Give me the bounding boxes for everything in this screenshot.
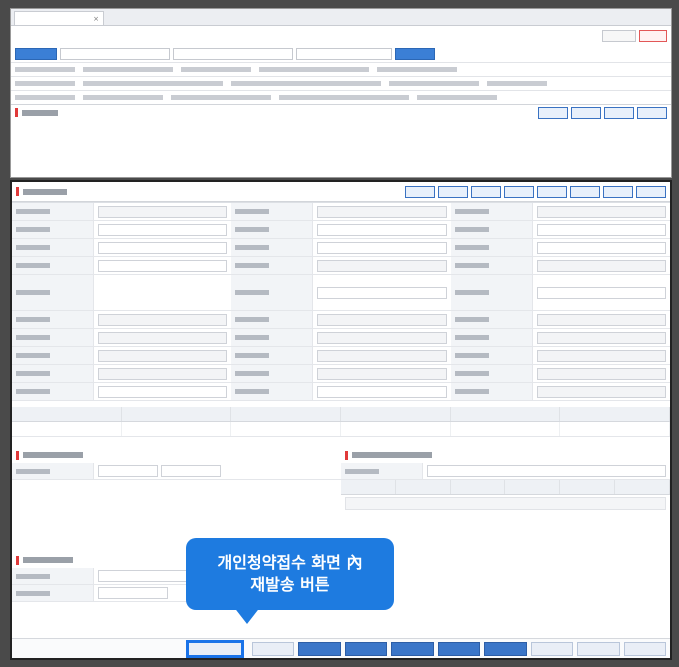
page-title-row	[11, 26, 671, 45]
action-button[interactable]	[251, 641, 295, 656]
info-row	[11, 76, 671, 90]
sub-table-header	[12, 407, 671, 422]
form-field[interactable]	[98, 385, 228, 398]
close-icon[interactable]: ×	[93, 15, 99, 23]
form-field[interactable]	[427, 465, 666, 477]
form-field[interactable]	[98, 241, 228, 254]
form-field[interactable]	[317, 331, 447, 344]
action-button[interactable]	[344, 641, 388, 656]
form-field[interactable]	[536, 205, 666, 218]
toolbar-button[interactable]	[537, 185, 567, 198]
section-marker-icon	[16, 555, 19, 565]
form-field[interactable]	[98, 331, 228, 344]
tab-bar: ×	[11, 9, 671, 26]
form-field[interactable]	[98, 587, 168, 599]
form-field[interactable]	[98, 367, 228, 380]
form-field[interactable]	[536, 259, 666, 272]
section-header	[12, 447, 341, 463]
search-input[interactable]	[60, 47, 170, 60]
form-field[interactable]	[98, 349, 228, 362]
form-field[interactable]	[536, 313, 666, 326]
form-grid	[12, 202, 670, 401]
toolbar-button[interactable]	[504, 185, 534, 198]
section-marker-icon	[16, 450, 19, 460]
form-field[interactable]	[98, 223, 228, 236]
search-row	[11, 45, 671, 62]
section-marker-icon	[16, 187, 19, 196]
info-row	[11, 90, 671, 104]
info-row	[11, 62, 671, 76]
form-field[interactable]	[317, 385, 447, 398]
form-field[interactable]	[317, 349, 447, 362]
action-button[interactable]	[437, 641, 481, 656]
section-button[interactable]	[604, 106, 634, 119]
action-button[interactable]	[484, 641, 527, 656]
search-button[interactable]	[395, 47, 435, 60]
form-field[interactable]	[317, 241, 447, 254]
toolbar-button[interactable]	[471, 185, 501, 198]
section-header	[341, 447, 670, 463]
left-section	[12, 447, 341, 512]
form-field[interactable]	[536, 286, 666, 299]
toolbar-button[interactable]	[570, 185, 600, 198]
form-field[interactable]	[536, 367, 666, 380]
toolbar-button[interactable]	[438, 185, 468, 198]
tab-active[interactable]: ×	[14, 11, 104, 25]
search-input-2[interactable]	[173, 47, 293, 60]
section-title	[11, 104, 671, 120]
form-field[interactable]	[98, 259, 228, 272]
action-button[interactable]	[298, 641, 341, 656]
section-button[interactable]	[538, 106, 568, 119]
callout-line-2: 재발송 버튼	[250, 575, 330, 594]
callout-annotation: 개인청약접수 화면 內 재발송 버튼	[186, 538, 394, 610]
toolbar-button[interactable]	[405, 185, 435, 198]
table-row[interactable]	[12, 422, 671, 437]
bottom-action-bar	[12, 638, 670, 658]
section-button[interactable]	[637, 106, 667, 119]
form-field[interactable]	[536, 241, 666, 254]
action-button[interactable]	[623, 641, 666, 656]
form-field[interactable]	[317, 205, 447, 218]
form-field[interactable]	[317, 313, 447, 326]
form-field[interactable]	[317, 286, 447, 299]
header-button[interactable]	[602, 29, 636, 42]
select-field[interactable]	[160, 465, 221, 477]
form-field[interactable]	[536, 349, 666, 362]
toolbar-button[interactable]	[603, 185, 633, 198]
section-marker-icon	[15, 108, 18, 117]
select-field[interactable]	[98, 465, 158, 477]
form-field[interactable]	[536, 331, 666, 344]
form-field[interactable]	[98, 313, 228, 326]
action-button[interactable]	[391, 641, 434, 656]
form-field[interactable]	[536, 223, 666, 236]
sub-table-header	[341, 480, 670, 495]
form-field[interactable]	[317, 223, 447, 236]
section-marker-icon	[345, 450, 348, 460]
callout-pointer	[233, 606, 261, 624]
section-header	[12, 182, 670, 202]
toolbar-button[interactable]	[636, 185, 666, 198]
section-button[interactable]	[571, 106, 601, 119]
resend-button[interactable]	[185, 639, 244, 658]
form-field[interactable]	[98, 205, 228, 218]
form-field[interactable]	[317, 367, 447, 380]
form-field[interactable]	[317, 259, 447, 272]
action-button[interactable]	[577, 641, 620, 656]
search-type-button[interactable]	[15, 47, 57, 60]
right-section	[341, 447, 670, 512]
search-input-3[interactable]	[296, 47, 392, 60]
bottom-sections	[12, 447, 670, 512]
empty-notice	[345, 497, 666, 510]
action-button[interactable]	[530, 641, 574, 656]
header-alert-button[interactable]	[639, 29, 667, 42]
form-field[interactable]	[536, 385, 666, 398]
background-window: ×	[10, 8, 672, 178]
callout-line-1: 개인청약접수 화면 內	[217, 553, 363, 573]
